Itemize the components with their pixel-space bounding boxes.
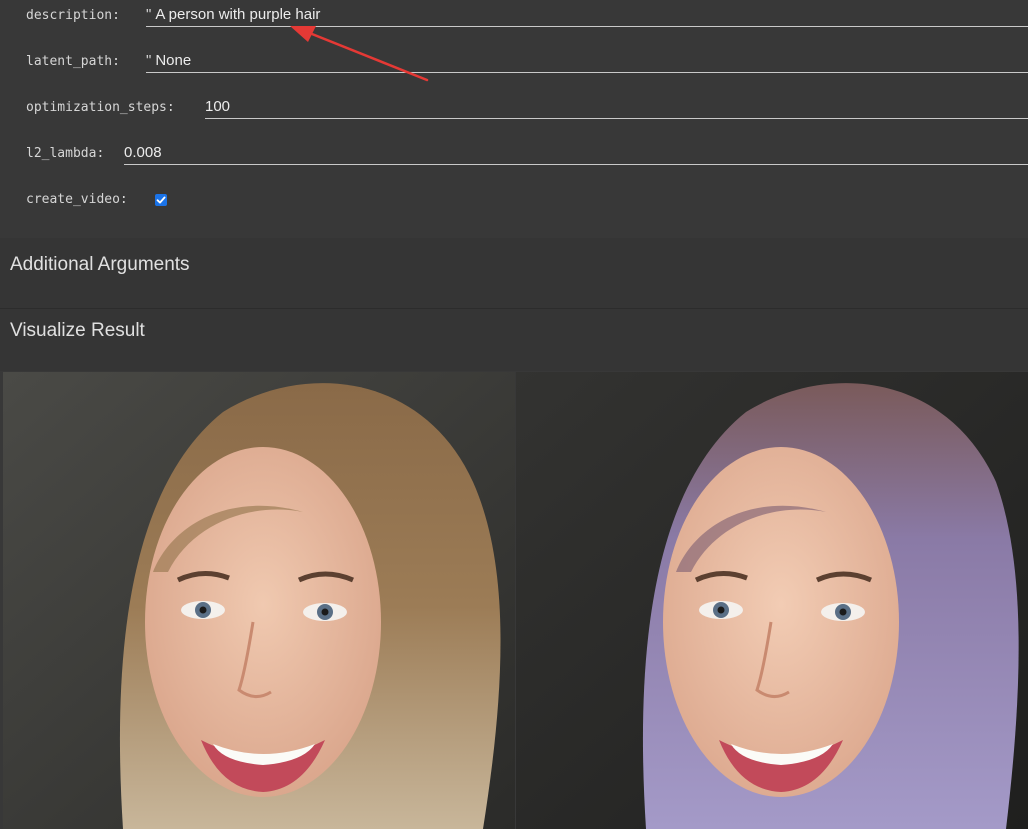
additional-arguments-heading[interactable]: Additional Arguments xyxy=(10,254,190,276)
optimization-steps-input[interactable]: 100 xyxy=(205,93,1028,119)
latent-path-quote: " xyxy=(146,52,152,69)
description-input[interactable]: " A person with purple hair xyxy=(146,1,1028,27)
create-video-label: create_video: xyxy=(26,191,128,207)
description-row: description: xyxy=(26,0,128,30)
create-video-checkbox[interactable] xyxy=(155,194,167,206)
visualize-result-heading[interactable]: Visualize Result xyxy=(10,320,145,342)
latent-path-label: latent_path: xyxy=(26,53,120,69)
latent-path-value: None xyxy=(155,52,192,69)
create-video-row: create_video: xyxy=(26,184,136,214)
checkmark-icon xyxy=(156,196,166,204)
description-label: description: xyxy=(26,7,120,23)
optimization-steps-value: 100 xyxy=(205,98,231,115)
l2-lambda-value: 0.008 xyxy=(124,144,162,161)
l2-lambda-label: l2_lambda: xyxy=(26,145,105,161)
l2-lambda-input[interactable]: 0.008 xyxy=(124,139,1028,165)
description-quote: " xyxy=(146,6,152,23)
latent-path-row: latent_path: xyxy=(26,46,128,76)
original-face-image xyxy=(3,372,515,829)
l2-lambda-row: l2_lambda: xyxy=(26,138,112,168)
visualize-result-section xyxy=(0,309,1028,371)
latent-path-input[interactable]: " None xyxy=(146,47,1028,73)
annotation-arrow-icon xyxy=(290,26,429,82)
colab-form-page: description: " A person with purple hair … xyxy=(0,0,1028,829)
optimization-steps-row: optimization_steps: xyxy=(26,92,183,122)
optimization-steps-label: optimization_steps: xyxy=(26,99,175,115)
edited-face-image xyxy=(516,372,1028,829)
